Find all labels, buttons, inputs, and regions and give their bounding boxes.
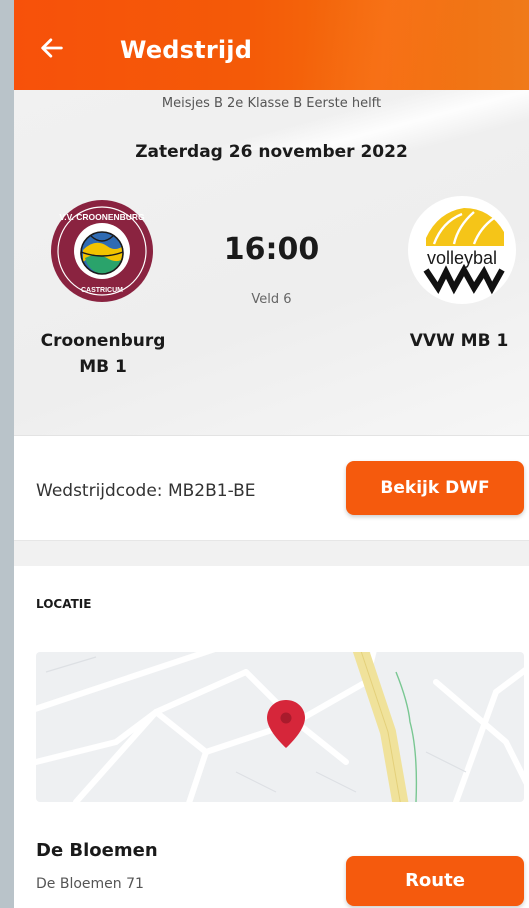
- match-field: Veld 6: [251, 292, 292, 307]
- svg-text:V.V. CROONENBURG: V.V. CROONENBURG: [59, 212, 145, 222]
- page-title: Wedstrijd: [120, 36, 253, 64]
- view-dwf-button[interactable]: Bekijk DWF: [346, 461, 524, 515]
- arrow-left-icon: [41, 38, 63, 58]
- route-button[interactable]: Route: [346, 856, 524, 906]
- location-title: LOCATIE: [36, 597, 92, 611]
- away-team-name: VVW MB 1: [409, 331, 509, 351]
- section-separator: [14, 540, 529, 566]
- match-date: Zaterdag 26 november 2022: [135, 142, 408, 162]
- location-map[interactable]: [36, 652, 524, 802]
- back-button[interactable]: [38, 34, 74, 70]
- match-time: 16:00: [223, 232, 320, 267]
- match-code: Wedstrijdcode: MB2B1-BE: [36, 481, 256, 501]
- league-label: Meisjes B 2e Klasse B Eerste helft: [161, 96, 382, 111]
- home-team-name: Croonenburg MB 1: [40, 331, 166, 377]
- app-screen: Wedstrijd Meisjes B 2e Klasse B Eerste h…: [14, 0, 529, 908]
- location-address: De Bloemen 71: [36, 876, 144, 892]
- map-graphic: [36, 652, 524, 802]
- location-name: De Bloemen: [36, 840, 158, 861]
